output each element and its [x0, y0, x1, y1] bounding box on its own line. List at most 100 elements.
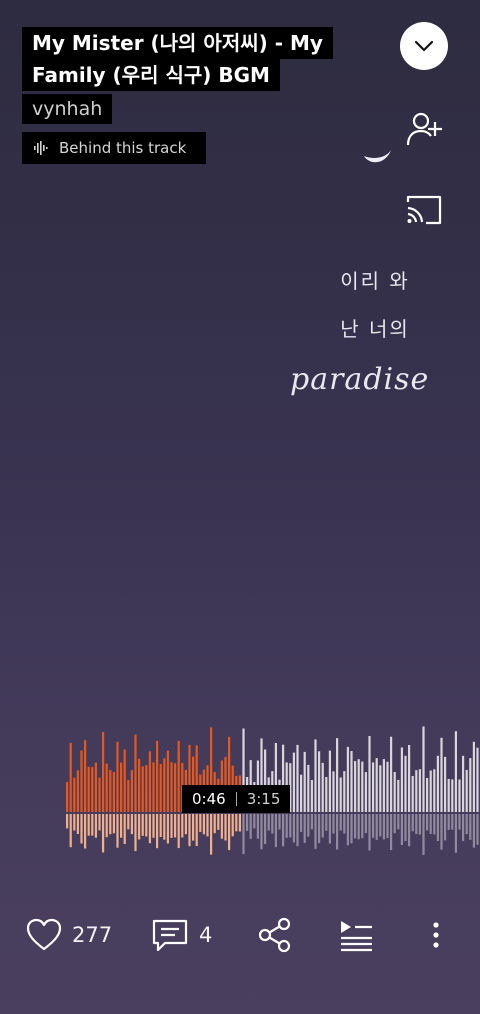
waveform-bar: [433, 769, 436, 812]
waveform-bar: [76, 770, 79, 812]
waveform-reflection-bar: [195, 814, 198, 846]
waveform-reflection-bar: [238, 814, 241, 832]
track-title-line-1[interactable]: My Mister (나의 아저씨) - My: [22, 27, 333, 59]
waveform-bar: [170, 762, 173, 812]
waveform-reflection-bar: [188, 814, 191, 847]
artwork-text-line-2: 난 너의: [340, 317, 410, 341]
waveform-reflection-bar: [451, 814, 454, 830]
waveform-reflection-bar: [415, 814, 418, 835]
waveform-bar: [354, 761, 357, 812]
waveform-reflection-bar: [76, 814, 79, 834]
waveform-bar: [328, 750, 331, 812]
waveform-reflection-bar: [328, 814, 331, 844]
waveform-bar: [80, 750, 83, 812]
waveform-bar: [343, 771, 346, 812]
waveform-reflection-bar: [220, 814, 223, 839]
waveform-bar: [296, 744, 299, 812]
chevron-down-icon: [414, 40, 434, 52]
waveform-bar: [314, 739, 317, 812]
waveform-reflection-bar: [469, 814, 472, 840]
waveform-reflection-bar: [256, 814, 259, 839]
add-user-icon[interactable]: [404, 108, 444, 148]
waveform-bar: [375, 758, 378, 812]
waveform-reflection-bar: [390, 814, 393, 851]
heart-icon: [26, 918, 62, 951]
waveform-bar: [318, 751, 321, 812]
waveform-reflection-bar: [462, 814, 465, 841]
waveform-reflection-bar: [159, 814, 162, 837]
waveform-bar: [440, 737, 443, 812]
waveform-bar: [339, 777, 342, 812]
waveform-bar: [292, 752, 295, 812]
waveform-reflection-bar: [202, 814, 205, 835]
artwork-script-text: paradise: [290, 362, 430, 397]
waveform-reflection-bar: [332, 814, 335, 834]
current-time: 0:46: [192, 790, 226, 808]
waveform-bar: [379, 765, 382, 812]
waveform-bar: [310, 780, 313, 812]
artist-name[interactable]: vynhah: [22, 94, 113, 124]
waveform-reflection-bar: [336, 814, 339, 850]
track-info: My Mister (나의 아저씨) - My Family (우리 식구) B…: [22, 27, 352, 164]
waveform-reflection-bar: [177, 814, 180, 849]
comment-count: 4: [199, 923, 213, 947]
waveform-reflection-bar: [253, 814, 256, 829]
waveform-reflection-bar: [206, 814, 209, 837]
share-button[interactable]: [257, 910, 293, 960]
waveform-bar: [177, 740, 180, 812]
time-separator: [235, 792, 237, 806]
waveform-reflection-bar: [231, 814, 234, 837]
waveform-reflection-bar: [138, 814, 141, 840]
waveform-bar: [159, 764, 162, 812]
waveform-bar: [325, 777, 328, 812]
waveform-bar: [174, 763, 177, 812]
waveform-reflection-bar: [436, 814, 439, 841]
waveform-bar: [418, 769, 421, 812]
collapse-player-button[interactable]: [400, 22, 448, 70]
waveform-bar: [127, 780, 130, 812]
waveform-icon: [34, 141, 48, 155]
cast-icon[interactable]: [404, 190, 444, 230]
more-vertical-icon: [433, 922, 439, 948]
queue-button[interactable]: [338, 910, 374, 960]
waveform-reflection-bar: [364, 814, 367, 834]
waveform-reflection-bar: [109, 814, 112, 835]
track-title-line-2[interactable]: Family (우리 식구) BGM: [22, 59, 280, 91]
waveform-reflection-bar: [267, 814, 270, 831]
waveform-bar: [400, 747, 403, 812]
behind-this-track-button[interactable]: Behind this track: [22, 132, 206, 164]
waveform-reflection-bar: [145, 814, 148, 837]
waveform-reflection-bar: [285, 814, 288, 838]
comment-button[interactable]: 4: [151, 910, 212, 960]
queue-icon: [341, 921, 372, 952]
waveform-reflection-bar: [292, 814, 295, 843]
waveform-reflection-bar: [84, 814, 87, 849]
waveform-reflection-bar: [91, 814, 94, 836]
waveform-bar: [346, 746, 349, 812]
waveform-reflection-bar: [433, 814, 436, 835]
waveform-reflection-bar: [314, 814, 317, 849]
waveform-bar: [382, 759, 385, 812]
waveform-reflection-bar: [318, 814, 321, 844]
waveform-bar: [332, 771, 335, 812]
waveform-bar: [69, 742, 72, 812]
waveform-reflection-bar: [440, 814, 443, 850]
waveform-bar: [141, 766, 144, 812]
more-options-button[interactable]: [426, 910, 446, 960]
waveform-reflection-bar: [400, 814, 403, 845]
waveform-bar: [408, 745, 411, 812]
waveform-reflection-bar: [246, 814, 249, 831]
waveform-reflection-bar: [346, 814, 349, 846]
waveform-bar: [116, 741, 119, 812]
waveform-reflection-bar: [174, 814, 177, 838]
waveform-reflection-bar: [310, 814, 313, 830]
waveform-bar: [300, 774, 303, 812]
waveform-reflection-bar: [264, 814, 267, 844]
waveform-reflection-bar: [228, 814, 231, 851]
waveform-bar: [422, 726, 425, 812]
waveform-reflection-bar: [454, 814, 457, 853]
like-button[interactable]: 277: [26, 910, 112, 960]
waveform-reflection-bar: [170, 814, 173, 838]
waveform-reflection-bar: [181, 814, 184, 838]
waveform-reflection-bar: [127, 814, 130, 830]
